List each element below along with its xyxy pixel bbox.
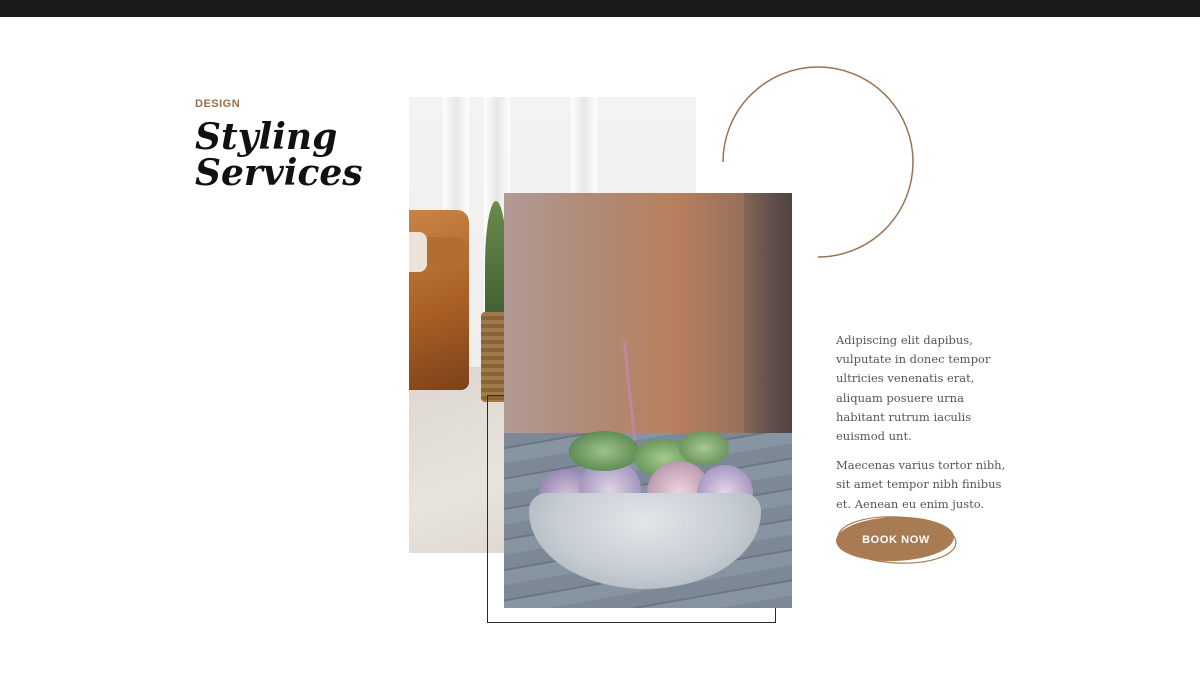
- top-bar: [0, 0, 1200, 17]
- rosette: [569, 431, 639, 471]
- title-line-1: Styling: [195, 116, 338, 158]
- rosette: [679, 431, 729, 465]
- description-paragraph-1: Adipiscing elit dapibus, vulputate in do…: [836, 333, 991, 444]
- section-eyebrow: DESIGN: [195, 98, 241, 110]
- description: Adipiscing elit dapibus, vulputate in do…: [836, 331, 1011, 524]
- decorative-arc: [722, 66, 914, 258]
- decorative-circle: [722, 66, 914, 258]
- page-title: Styling Services: [195, 119, 395, 191]
- book-now-label: BOOK NOW: [862, 534, 930, 546]
- description-paragraph-2: Maecenas varius tortor nibh, sit amet te…: [836, 458, 1006, 511]
- pillow: [409, 232, 427, 272]
- book-now-button[interactable]: BOOK NOW: [834, 514, 958, 566]
- flower-stem: [622, 341, 637, 441]
- title-line-2: Services: [195, 152, 363, 194]
